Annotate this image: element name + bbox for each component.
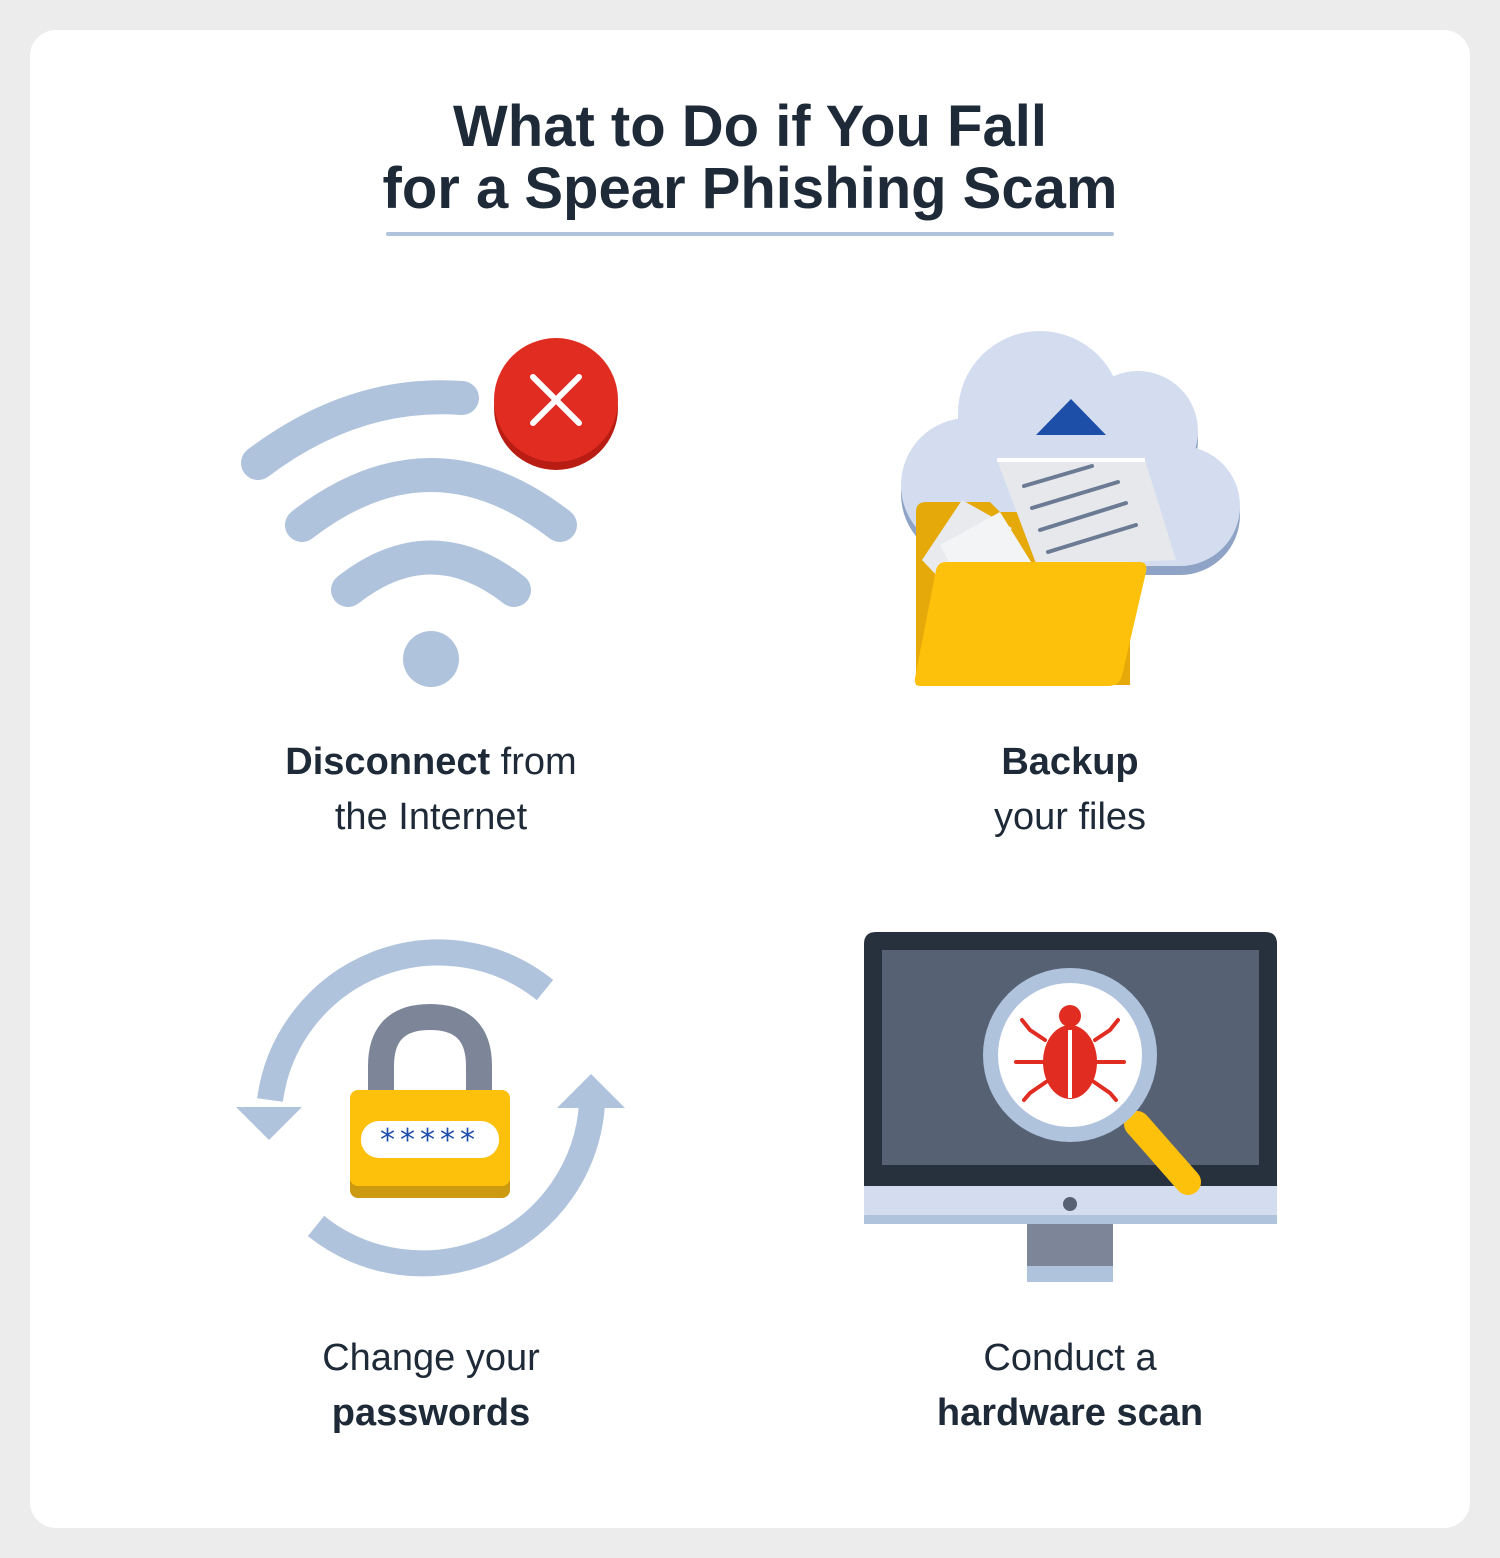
step-scan-caption: Conduct a hardware scan (810, 1331, 1330, 1441)
monitor-bug-scan-icon (864, 932, 1277, 1282)
step-disconnect-caption: Disconnect from the Internet (171, 735, 691, 845)
padlock-refresh-icon: ***** (236, 939, 625, 1277)
step-passwords-line1: Change your (322, 1337, 540, 1379)
wifi-disconnected-icon (241, 338, 618, 687)
step-backup-caption: Backup your files (810, 735, 1330, 845)
arrow-up-right-icon (557, 1074, 625, 1108)
step-disconnect-line2: the Internet (334, 796, 528, 838)
step-backup-line2: your files (993, 796, 1147, 838)
step-passwords-caption: Change your passwords (171, 1331, 691, 1441)
arrow-down-left-icon (236, 1107, 302, 1140)
password-mask-text: ***** (380, 1123, 480, 1158)
title-line-1: What to Do if You Fall (453, 94, 1047, 159)
error-x-badge-icon (494, 338, 618, 470)
step-disconnect-rest: from (490, 741, 577, 783)
step-backup-bold: Backup (1001, 741, 1139, 783)
step-scan-line1: Conduct a (983, 1337, 1157, 1379)
cloud-backup-folder-icon (901, 331, 1240, 686)
title-underline (386, 232, 1114, 236)
step-scan-bold: hardware scan (936, 1392, 1204, 1434)
step-disconnect-bold: Disconnect (285, 741, 491, 783)
title-line-2: for a Spear Phishing Scam (382, 156, 1118, 221)
step-passwords-bold: passwords (331, 1392, 531, 1434)
page-title: What to Do if You Fall for a Spear Phish… (0, 96, 1500, 220)
